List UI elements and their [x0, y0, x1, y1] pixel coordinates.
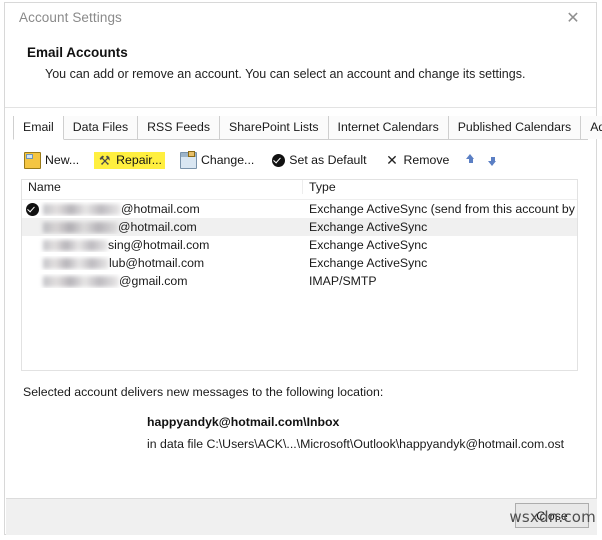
- redacted-account-name: [43, 239, 108, 251]
- account-name-cell: sing@hotmail.com: [22, 238, 303, 252]
- bottom-clipped-text: [0, 534, 602, 540]
- list-header-row: Name Type: [22, 180, 577, 200]
- column-header-name[interactable]: Name: [22, 180, 303, 194]
- account-name-visible: sing@hotmail.com: [108, 238, 210, 252]
- page-description: You can add or remove an account. You ca…: [45, 67, 526, 81]
- title-bar: Account Settings ✕: [5, 3, 596, 35]
- accounts-toolbar: New... ⚒ Repair... Change... Set as Defa…: [21, 149, 508, 171]
- default-account-placeholder: [26, 257, 39, 270]
- body-panel: Email Data Files RSS Feeds SharePoint Lists…: [7, 111, 602, 496]
- default-account-placeholder: [26, 275, 39, 288]
- remove-button[interactable]: ✕ Remove: [382, 152, 453, 169]
- redacted-account-name: [43, 203, 121, 215]
- window-title: Account Settings: [19, 10, 122, 25]
- new-button[interactable]: New...: [21, 151, 82, 170]
- tab-strip: Email Data Files RSS Feeds SharePoint Lists…: [13, 116, 602, 140]
- tab-internet-calendars[interactable]: Internet Calendars: [328, 116, 449, 139]
- close-x-icon: ✕: [386, 151, 398, 168]
- dialog-footer: Close: [6, 498, 597, 535]
- tab-published-calendars[interactable]: Published Calendars: [448, 116, 582, 139]
- default-account-placeholder: [26, 221, 39, 234]
- tab-sharepoint-lists[interactable]: SharePoint Lists: [220, 116, 329, 139]
- delivery-location-target: happyandyk@hotmail.com\Inbox: [147, 415, 340, 429]
- account-name-cell: @gmail.com: [22, 274, 303, 288]
- tab-rss-feeds[interactable]: RSS Feeds: [138, 116, 220, 139]
- table-row[interactable]: @gmail.com IMAP/SMTP: [22, 272, 577, 290]
- table-row[interactable]: sing@hotmail.com Exchange ActiveSync: [22, 236, 577, 254]
- move-up-icon[interactable]: [464, 152, 477, 168]
- tab-address-books[interactable]: Address Books: [581, 116, 602, 139]
- change-account-icon: [179, 150, 197, 169]
- page-title: Email Accounts: [27, 45, 128, 60]
- tab-data-files[interactable]: Data Files: [63, 116, 139, 139]
- new-account-icon: [24, 151, 41, 169]
- account-type-cell: Exchange ActiveSync (send from this acco…: [309, 202, 577, 216]
- set-as-default-label: Set as Default: [289, 153, 367, 167]
- tab-email[interactable]: Email: [13, 116, 64, 140]
- redacted-account-name: [43, 275, 119, 287]
- redacted-account-name: [43, 257, 109, 269]
- change-button[interactable]: Change...: [177, 150, 257, 170]
- delivery-location-label: Selected account delivers new messages t…: [23, 385, 384, 399]
- set-as-default-button[interactable]: Set as Default: [269, 152, 369, 168]
- table-row[interactable]: lub@hotmail.com Exchange ActiveSync: [22, 254, 577, 272]
- account-settings-dialog: Account Settings ✕ Email Accounts You ca…: [4, 2, 602, 535]
- delivery-location-data-file: in data file C:\Users\ACK\...\Microsoft\…: [147, 437, 565, 451]
- accounts-list[interactable]: Name Type @hotmail.com Exchange ActiveSyn…: [21, 179, 578, 371]
- account-name-cell: @hotmail.com: [22, 202, 303, 216]
- default-account-placeholder: [26, 239, 39, 252]
- redacted-account-name: [43, 221, 118, 233]
- header-block: Email Accounts You can add or remove an …: [5, 35, 596, 97]
- account-name-cell: lub@hotmail.com: [22, 256, 303, 270]
- account-name-visible: @hotmail.com: [121, 202, 200, 216]
- default-account-check-icon: [26, 202, 39, 216]
- new-button-label: New...: [45, 153, 80, 167]
- move-down-icon[interactable]: [486, 152, 499, 168]
- account-name-visible: lub@hotmail.com: [109, 256, 205, 270]
- change-button-label: Change...: [200, 153, 255, 167]
- account-type-cell: Exchange ActiveSync: [309, 238, 428, 252]
- repair-tools-icon: ⚒: [98, 152, 111, 168]
- repair-button-label: Repair...: [116, 153, 162, 167]
- repair-button[interactable]: ⚒ Repair...: [94, 151, 165, 169]
- account-type-cell: Exchange ActiveSync: [309, 220, 428, 234]
- account-name-visible: @hotmail.com: [118, 220, 197, 234]
- accounts-rows: @hotmail.com Exchange ActiveSync (send fr…: [22, 200, 577, 290]
- table-row[interactable]: @hotmail.com Exchange ActiveSync (send fr…: [22, 200, 577, 218]
- close-icon[interactable]: ✕: [560, 7, 586, 31]
- account-type-cell: IMAP/SMTP: [309, 274, 377, 288]
- close-button[interactable]: Close: [515, 503, 589, 528]
- check-circle-icon: [272, 153, 286, 167]
- delivery-location-block: Selected account delivers new messages t…: [23, 385, 583, 451]
- column-header-type[interactable]: Type: [303, 180, 577, 194]
- account-name-visible: @gmail.com: [119, 274, 188, 288]
- header-divider: [5, 107, 596, 108]
- account-type-cell: Exchange ActiveSync: [309, 256, 428, 270]
- account-name-cell: @hotmail.com: [22, 220, 303, 234]
- remove-button-label: Remove: [403, 153, 450, 167]
- table-row[interactable]: @hotmail.com Exchange ActiveSync: [22, 218, 577, 236]
